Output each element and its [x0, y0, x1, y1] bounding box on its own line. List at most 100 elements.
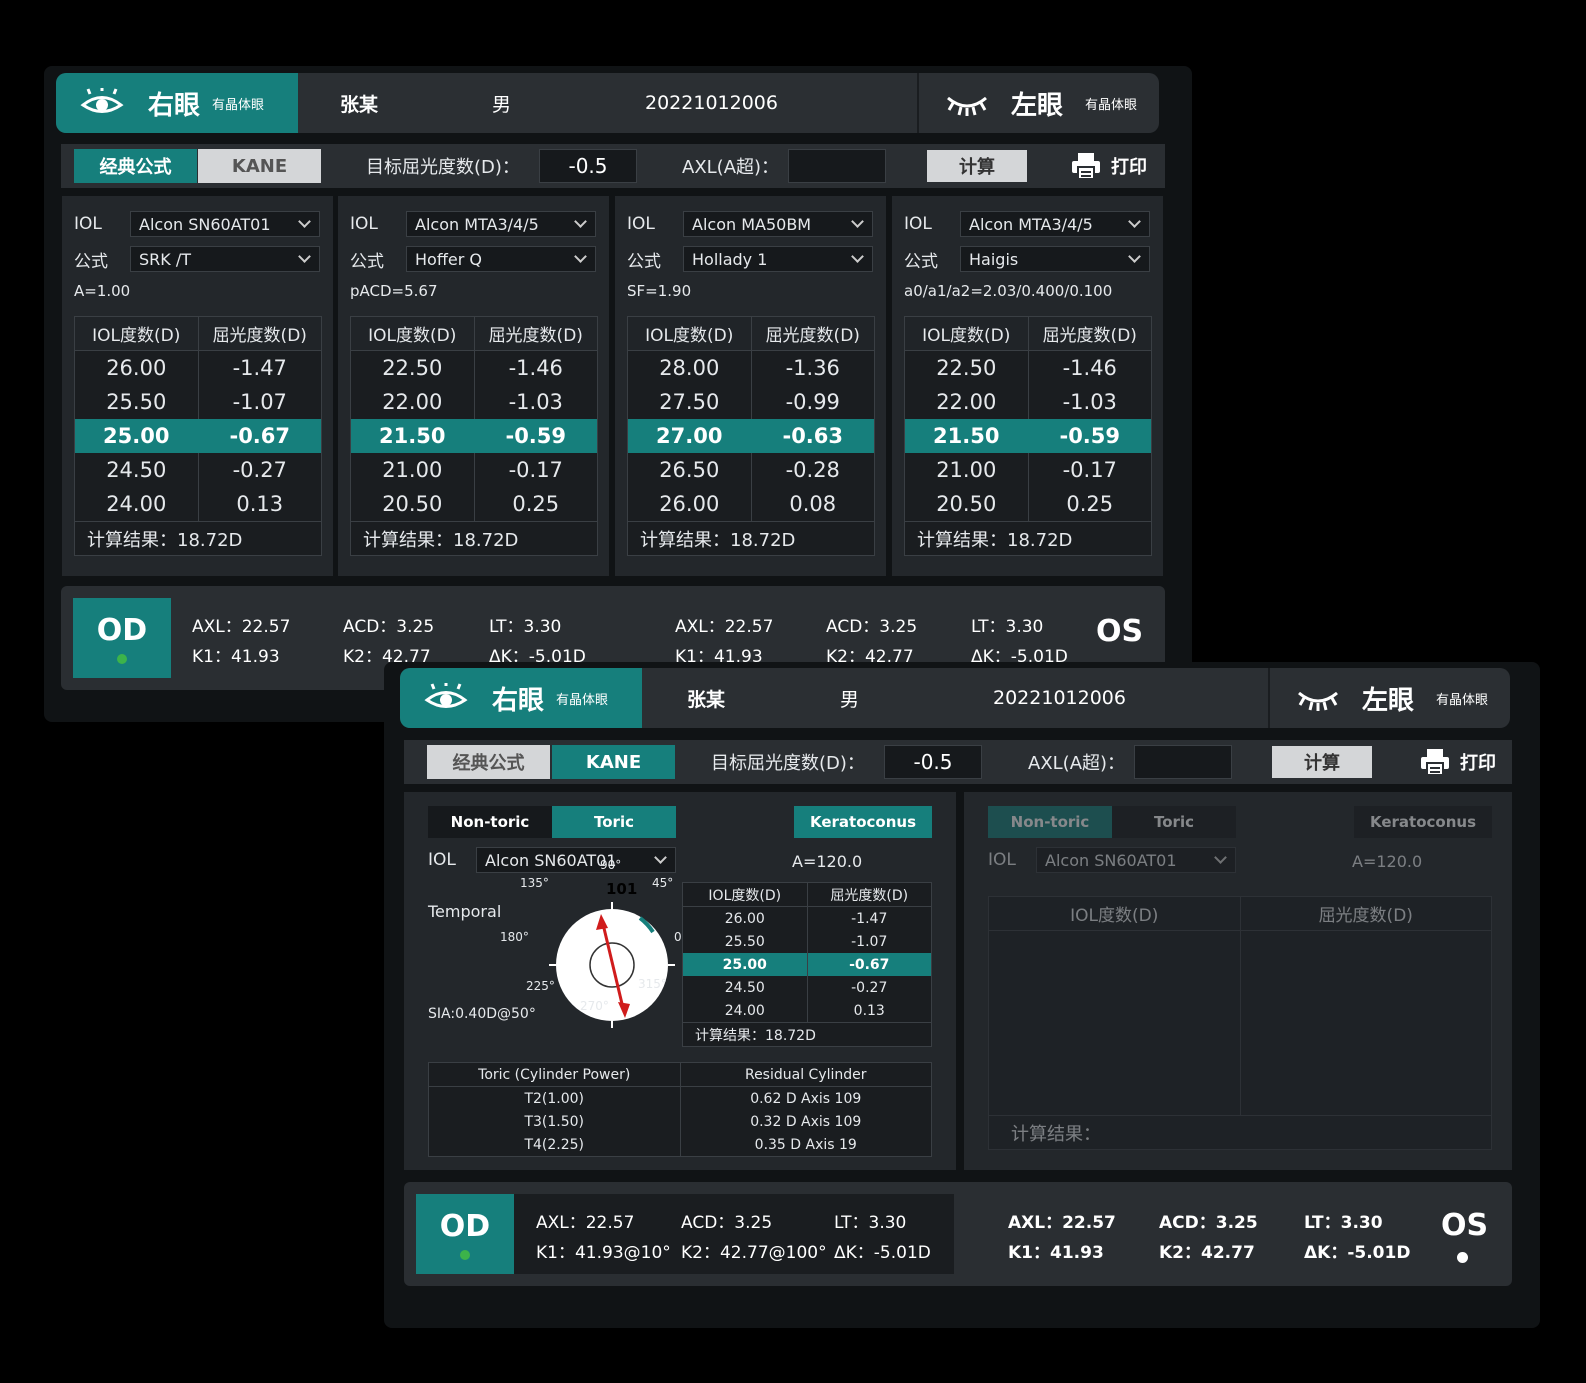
table-row[interactable]: 27.00 -0.63 — [628, 419, 874, 453]
table-row[interactable]: 21.50 -0.59 — [905, 419, 1151, 453]
patient-sex: 男 — [492, 93, 512, 116]
keratoconus-toggle[interactable]: Keratoconus — [1354, 806, 1492, 838]
table-row[interactable]: 22.50 -1.46 — [905, 351, 1151, 385]
refraction-cell: -1.07 — [232, 390, 287, 414]
table-row[interactable]: 25.50 -1.07 — [75, 385, 321, 419]
axl-label: AXL(A超)： — [1028, 753, 1126, 774]
tab-kane[interactable]: KANE — [552, 745, 675, 779]
table-row[interactable]: 24.50 -0.27 — [75, 453, 321, 487]
table-row[interactable]: 28.00 -1.36 — [628, 351, 874, 385]
refraction-cell: -0.27 — [851, 979, 888, 996]
power-table: IOL度数(D) 屈光度数(D) 26.00 -1.47 25.50 -1.07 … — [74, 316, 322, 556]
table-row[interactable]: 21.00 -0.17 — [351, 453, 597, 487]
table-row[interactable]: 24.00 0.13 — [75, 487, 321, 521]
table-row[interactable]: 25.00 -0.67 — [75, 419, 321, 453]
keratoconus-toggle[interactable]: Keratoconus — [794, 806, 932, 838]
formula-select[interactable]: Hollady 1 — [683, 246, 873, 272]
table-row[interactable]: 22.50 -1.46 — [351, 351, 597, 385]
toric-row[interactable]: T4(2.25) 0.35 D Axis 19 — [429, 1133, 931, 1156]
os-badge-label[interactable]: OS — [1441, 1208, 1488, 1243]
os-k2: K2：42.77 — [1159, 1243, 1255, 1263]
formula-select[interactable]: Haigis — [960, 246, 1150, 272]
target-refraction-label: 目标屈光度数(D)： — [711, 753, 865, 774]
tab-kane[interactable]: KANE — [198, 149, 321, 183]
power-table: IOL度数(D) 屈光度数(D) 22.50 -1.46 22.00 -1.03 … — [350, 316, 598, 556]
iol-select[interactable]: Alcon MTA3/4/5 — [960, 211, 1150, 237]
iol-select[interactable]: Alcon MTA3/4/5 — [406, 211, 596, 237]
od-eye-tab[interactable]: 右眼 有晶体眼 — [56, 73, 298, 133]
iol-select-value: Alcon SN60AT01 — [139, 214, 271, 234]
od-badge-label: OD — [96, 612, 148, 648]
os-eye-tab[interactable]: 左眼 有晶体眼 — [1268, 668, 1510, 728]
os-kane-panel: Non-toric Toric Keratoconus IOL Alcon SN… — [964, 792, 1512, 1170]
iol-select[interactable]: Alcon SN60AT01 — [1036, 847, 1236, 873]
a-constant: A=120.0 — [792, 852, 863, 871]
non-toric-toggle[interactable]: Non-toric — [428, 806, 552, 838]
iol-power-cell: 27.00 — [628, 419, 752, 453]
patient-id: 20221012006 — [993, 687, 1126, 709]
toric-row[interactable]: T2(1.00) 0.62 D Axis 109 — [429, 1087, 931, 1110]
calc-result: 计算结果：18.72D — [351, 521, 597, 555]
formula-constant: A=1.00 — [74, 282, 131, 300]
kane-window: 右眼 有晶体眼 张某 男 20221012006 左眼 有晶体眼 经典公式 KA… — [384, 662, 1540, 1328]
iol-label: IOL — [428, 850, 456, 870]
tab-classic-formula[interactable]: 经典公式 — [427, 745, 550, 779]
os-badge-label[interactable]: OS — [1096, 614, 1143, 649]
axl-input[interactable] — [788, 149, 886, 183]
formula-select[interactable]: SRK /T — [130, 246, 320, 272]
print-button[interactable]: 打印 — [1071, 144, 1147, 188]
iol-select-value: Alcon SN60AT01 — [1045, 850, 1177, 870]
table-row[interactable]: 22.00 -1.03 — [905, 385, 1151, 419]
calculate-button[interactable]: 计算 — [927, 150, 1027, 182]
refraction-cell: 0.25 — [512, 492, 560, 516]
target-refraction-input[interactable]: -0.5 — [884, 745, 982, 779]
toric-axis-dial[interactable] — [512, 880, 682, 1050]
print-label: 打印 — [1460, 753, 1496, 774]
od-lt: LT：3.30 — [834, 1213, 907, 1233]
tab-classic-formula[interactable]: 经典公式 — [74, 149, 197, 183]
formula-constant: SF=1.90 — [627, 282, 692, 300]
iol-power-cell: 25.00 — [683, 953, 808, 976]
table-row[interactable]: 21.00 -0.17 — [905, 453, 1151, 487]
table-row[interactable]: 24.50 -0.27 — [683, 976, 931, 999]
toric-row[interactable]: T3(1.50) 0.32 D Axis 109 — [429, 1110, 931, 1133]
table-row[interactable]: 27.50 -0.99 — [628, 385, 874, 419]
toric-toggle[interactable]: Toric — [552, 806, 676, 838]
iol-select[interactable]: Alcon SN60AT01 — [130, 211, 320, 237]
formula-select[interactable]: Hoffer Q — [406, 246, 596, 272]
iol-select[interactable]: Alcon SN60AT01 — [476, 847, 676, 873]
calculate-button[interactable]: 计算 — [1272, 746, 1372, 778]
non-toric-toggle[interactable]: Non-toric — [988, 806, 1112, 838]
os-eye-tab[interactable]: 左眼 有晶体眼 — [917, 73, 1159, 133]
target-refraction-label: 目标屈光度数(D)： — [366, 157, 520, 178]
table-row[interactable]: 26.00 -1.47 — [75, 351, 321, 385]
chevron-down-icon — [851, 215, 864, 228]
table-row[interactable]: 25.50 -1.07 — [683, 930, 931, 953]
table-row[interactable]: 25.00 -0.67 — [683, 953, 931, 976]
refraction-cell: -1.46 — [1062, 356, 1117, 380]
refraction-cell: -1.46 — [508, 356, 563, 380]
iol-select[interactable]: Alcon MA50BM — [683, 211, 873, 237]
od-badge[interactable]: OD — [416, 1194, 514, 1274]
refraction-cell: -1.07 — [851, 933, 888, 950]
iol-label: IOL — [350, 214, 378, 234]
print-button[interactable]: 打印 — [1420, 740, 1496, 784]
iol-power-cell: 28.00 — [628, 351, 752, 385]
refraction-cell: -1.03 — [1062, 390, 1117, 414]
axl-input[interactable] — [1134, 745, 1232, 779]
toric-toggle[interactable]: Toric — [1112, 806, 1236, 838]
table-row[interactable]: 26.00 -1.47 — [683, 907, 931, 930]
table-row[interactable]: 20.50 0.25 — [905, 487, 1151, 521]
table-row[interactable]: 21.50 -0.59 — [351, 419, 597, 453]
target-refraction-input[interactable]: -0.5 — [539, 149, 637, 183]
table-row[interactable]: 24.00 0.13 — [683, 999, 931, 1022]
od-badge[interactable]: OD — [73, 598, 171, 678]
iol-power-cell: 22.50 — [351, 351, 475, 385]
table-row[interactable]: 20.50 0.25 — [351, 487, 597, 521]
os-lens-tag: 有晶体眼 — [1085, 97, 1138, 113]
table-row[interactable]: 26.00 0.08 — [628, 487, 874, 521]
od-badge-label: OD — [439, 1208, 491, 1244]
od-eye-tab[interactable]: 右眼 有晶体眼 — [400, 668, 642, 728]
table-row[interactable]: 22.00 -1.03 — [351, 385, 597, 419]
table-row[interactable]: 26.50 -0.28 — [628, 453, 874, 487]
